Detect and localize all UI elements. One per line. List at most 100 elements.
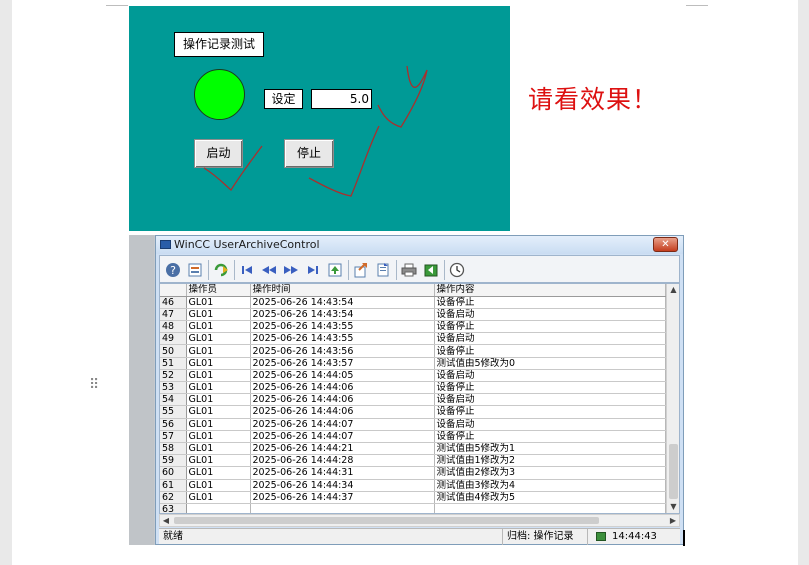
table-row[interactable]: 52 GL01 2025-06-26 14:44:05 设备启动 bbox=[160, 369, 666, 383]
row-number[interactable]: 48 bbox=[160, 320, 187, 334]
table-cell[interactable]: 2025-06-26 14:43:55 bbox=[250, 332, 435, 346]
table-cell[interactable]: 2025-06-26 14:44:34 bbox=[250, 479, 435, 492]
table-row[interactable]: 62 GL01 2025-06-26 14:44:37 测试值由4修改为5 bbox=[160, 491, 666, 504]
drag-handle-icon[interactable]: ⠿ bbox=[89, 378, 100, 392]
table-cell[interactable]: GL01 bbox=[186, 296, 251, 309]
table-cell[interactable] bbox=[250, 503, 435, 513]
row-number[interactable]: 58 bbox=[160, 442, 187, 456]
table-cell[interactable]: 设备启动 bbox=[434, 308, 666, 322]
table-cell[interactable]: GL01 bbox=[186, 454, 251, 468]
table-cell[interactable]: GL01 bbox=[186, 479, 251, 492]
table-cell[interactable]: 2025-06-26 14:44:37 bbox=[250, 491, 435, 504]
table-cell[interactable]: 测试值由3修改为4 bbox=[434, 479, 666, 492]
paste-icon[interactable] bbox=[374, 261, 392, 279]
table-row[interactable]: 53 GL01 2025-06-26 14:44:06 设备停止 bbox=[160, 381, 666, 395]
import-icon[interactable] bbox=[352, 261, 370, 279]
table-cell[interactable]: 设备停止 bbox=[434, 381, 666, 395]
table-cell[interactable]: 设备停止 bbox=[434, 405, 666, 419]
table-row[interactable]: 63 bbox=[160, 503, 666, 513]
scroll-down-icon[interactable]: ▼ bbox=[667, 501, 679, 513]
table-cell[interactable]: 2025-06-26 14:43:57 bbox=[250, 357, 435, 370]
table-cell[interactable]: 2025-06-26 14:44:06 bbox=[250, 405, 435, 419]
export-icon[interactable] bbox=[326, 261, 344, 279]
table-cell[interactable]: 2025-06-26 14:43:55 bbox=[250, 320, 435, 334]
table-cell[interactable]: GL01 bbox=[186, 344, 251, 358]
row-number[interactable]: 56 bbox=[160, 418, 187, 431]
row-number[interactable]: 61 bbox=[160, 479, 187, 492]
table-cell[interactable]: 2025-06-26 14:44:05 bbox=[250, 369, 435, 383]
table-row[interactable]: 48 GL01 2025-06-26 14:43:55 设备停止 bbox=[160, 320, 666, 334]
previous-record-icon[interactable] bbox=[260, 261, 278, 279]
first-record-icon[interactable] bbox=[238, 261, 256, 279]
table-cell[interactable]: 2025-06-26 14:44:07 bbox=[250, 430, 435, 443]
table-cell[interactable]: 测试值由1修改为2 bbox=[434, 454, 666, 468]
stop-button[interactable]: 停止 bbox=[284, 139, 334, 168]
table-cell[interactable]: 设备停止 bbox=[434, 344, 666, 358]
row-number[interactable]: 49 bbox=[160, 332, 187, 346]
row-number[interactable]: 60 bbox=[160, 466, 187, 480]
table-cell[interactable] bbox=[186, 503, 251, 513]
table-cell[interactable]: 设备启动 bbox=[434, 418, 666, 431]
help-icon[interactable]: ? bbox=[164, 261, 182, 279]
table-cell[interactable]: 设备停止 bbox=[434, 320, 666, 334]
vertical-scrollbar[interactable]: ▲ ▼ bbox=[666, 284, 679, 513]
column-header[interactable]: 操作内容 bbox=[434, 284, 666, 297]
table-cell[interactable]: 设备停止 bbox=[434, 296, 666, 309]
column-header[interactable] bbox=[160, 284, 187, 297]
clock-icon[interactable] bbox=[448, 261, 466, 279]
table-row[interactable]: 58 GL01 2025-06-26 14:44:21 测试值由5修改为1 bbox=[160, 442, 666, 456]
table-cell[interactable]: 2025-06-26 14:44:06 bbox=[250, 393, 435, 407]
table-row[interactable]: 47 GL01 2025-06-26 14:43:54 设备启动 bbox=[160, 308, 666, 322]
table-row[interactable]: 61 GL01 2025-06-26 14:44:34 测试值由3修改为4 bbox=[160, 479, 666, 492]
table-cell[interactable]: 2025-06-26 14:43:56 bbox=[250, 344, 435, 358]
config-icon[interactable] bbox=[186, 261, 204, 279]
table-cell[interactable]: 2025-06-26 14:44:31 bbox=[250, 466, 435, 480]
table-cell[interactable]: 2025-06-26 14:44:28 bbox=[250, 454, 435, 468]
row-number[interactable]: 57 bbox=[160, 430, 187, 443]
row-number[interactable]: 52 bbox=[160, 369, 187, 383]
table-cell[interactable]: GL01 bbox=[186, 405, 251, 419]
table-cell[interactable]: GL01 bbox=[186, 381, 251, 395]
row-number[interactable]: 62 bbox=[160, 491, 187, 504]
table-cell[interactable]: 测试值由4修改为5 bbox=[434, 491, 666, 504]
table-cell[interactable]: 测试值由2修改为3 bbox=[434, 466, 666, 480]
print-icon[interactable] bbox=[400, 261, 418, 279]
start-button[interactable]: 启动 bbox=[194, 139, 243, 168]
table-cell[interactable]: 测试值由5修改为0 bbox=[434, 357, 666, 370]
row-number[interactable]: 47 bbox=[160, 308, 187, 322]
table-row[interactable]: 59 GL01 2025-06-26 14:44:28 测试值由1修改为2 bbox=[160, 454, 666, 468]
table-cell[interactable]: 2025-06-26 14:44:21 bbox=[250, 442, 435, 456]
horizontal-scroll-thumb[interactable] bbox=[174, 517, 599, 524]
column-header[interactable]: 操作员 bbox=[186, 284, 251, 297]
table-cell[interactable]: GL01 bbox=[186, 442, 251, 456]
table-cell[interactable]: GL01 bbox=[186, 430, 251, 443]
refresh-icon[interactable] bbox=[212, 261, 230, 279]
table-cell[interactable]: GL01 bbox=[186, 466, 251, 480]
table-row[interactable]: 46 GL01 2025-06-26 14:43:54 设备停止 bbox=[160, 296, 666, 309]
table-cell[interactable]: GL01 bbox=[186, 418, 251, 431]
table-cell[interactable]: GL01 bbox=[186, 320, 251, 334]
column-header[interactable]: 操作时间 bbox=[250, 284, 435, 297]
row-number[interactable]: 63 bbox=[160, 503, 187, 513]
row-number[interactable]: 54 bbox=[160, 393, 187, 407]
close-icon[interactable]: ✕ bbox=[653, 237, 678, 252]
table-row[interactable]: 57 GL01 2025-06-26 14:44:07 设备停止 bbox=[160, 430, 666, 443]
table-cell[interactable]: 2025-06-26 14:44:07 bbox=[250, 418, 435, 431]
table-cell[interactable] bbox=[434, 503, 666, 513]
scroll-up-icon[interactable]: ▲ bbox=[667, 284, 679, 296]
table-cell[interactable]: GL01 bbox=[186, 332, 251, 346]
horizontal-scrollbar[interactable]: ◀ ▶ bbox=[159, 514, 680, 527]
setpoint-input[interactable]: 5.0 bbox=[311, 89, 372, 109]
row-number[interactable]: 53 bbox=[160, 381, 187, 395]
table-row[interactable]: 55 GL01 2025-06-26 14:44:06 设备停止 bbox=[160, 405, 666, 419]
vertical-scroll-thumb[interactable] bbox=[669, 444, 678, 499]
row-number[interactable]: 51 bbox=[160, 357, 187, 370]
table-cell[interactable]: 设备停止 bbox=[434, 430, 666, 443]
table-cell[interactable]: GL01 bbox=[186, 308, 251, 322]
table-row[interactable]: 51 GL01 2025-06-26 14:43:57 测试值由5修改为0 bbox=[160, 357, 666, 370]
restore-icon[interactable] bbox=[422, 261, 440, 279]
row-number[interactable]: 55 bbox=[160, 405, 187, 419]
table-row[interactable]: 49 GL01 2025-06-26 14:43:55 设备启动 bbox=[160, 332, 666, 346]
table-row[interactable]: 60 GL01 2025-06-26 14:44:31 测试值由2修改为3 bbox=[160, 466, 666, 480]
row-number[interactable]: 50 bbox=[160, 344, 187, 358]
